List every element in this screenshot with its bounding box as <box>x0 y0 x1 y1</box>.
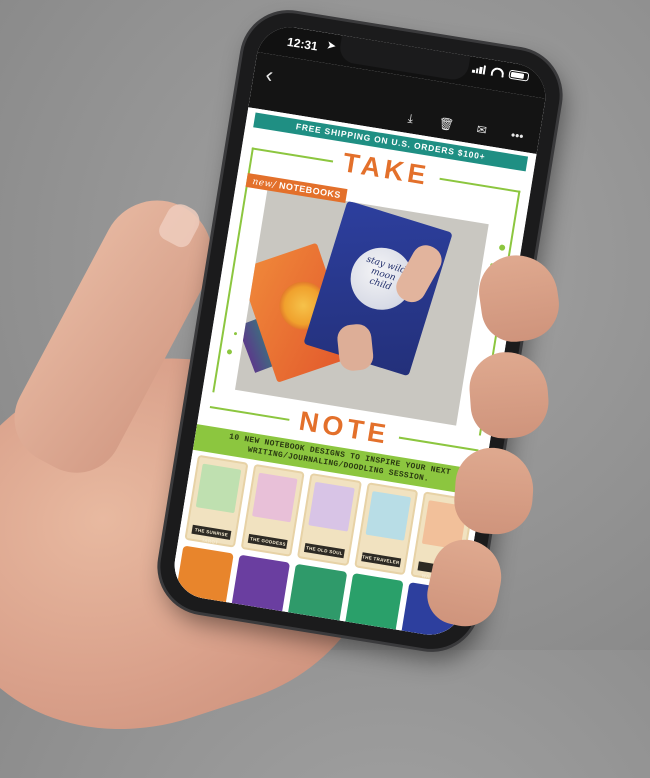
more-icon[interactable]: ••• <box>508 127 526 144</box>
card-art <box>308 481 355 532</box>
tarot-card[interactable]: THE OLD SOUL <box>297 473 362 567</box>
hand-finger <box>452 445 536 537</box>
status-time: 12:31 <box>286 34 319 54</box>
tarot-card[interactable]: THE TRAVELER <box>353 482 419 576</box>
card-caption: THE TRAVELER <box>360 552 401 568</box>
wifi-icon <box>490 66 505 78</box>
battery-icon <box>508 69 530 82</box>
cellular-signal-icon <box>471 64 487 75</box>
mail-icon[interactable]: ✉ <box>473 122 491 139</box>
trash-icon[interactable]: 🗑 <box>437 116 455 133</box>
tarot-card[interactable]: THE GODDESS <box>240 463 306 557</box>
paint-splatter <box>498 244 506 252</box>
card-art <box>252 472 298 523</box>
card-caption: THE SUNRISE TAROT <box>191 524 232 545</box>
chevron-left-icon[interactable]: ‹ <box>264 62 275 89</box>
tarot-card[interactable]: THE SUNRISE TAROT <box>184 454 249 548</box>
location-arrow-icon: ➤ <box>326 40 337 53</box>
card-caption: THE OLD SOUL <box>304 543 345 559</box>
card-art <box>195 463 242 514</box>
paint-splatter <box>233 331 238 336</box>
hero-photo[interactable]: stay wild moon child <box>234 188 489 426</box>
status-icons <box>471 64 530 82</box>
card-art <box>365 491 411 541</box>
download-icon[interactable]: ⤓ <box>401 110 419 127</box>
holding-hand <box>336 322 375 373</box>
badge-new: new/ <box>251 176 277 191</box>
paint-splatter <box>226 349 233 355</box>
card-caption: THE GODDESS <box>247 533 289 550</box>
hand-finger <box>467 349 551 441</box>
